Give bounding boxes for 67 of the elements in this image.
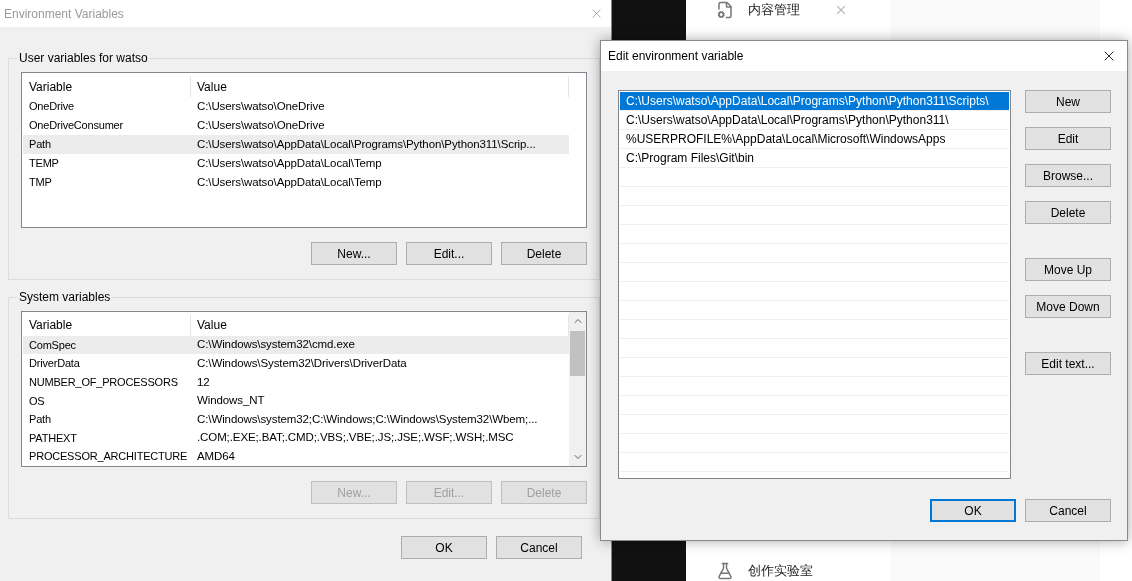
dialog-button[interactable]: New... — [311, 242, 397, 265]
variable-row[interactable]: OS Windows_NT — [23, 391, 569, 411]
dialog-button[interactable]: Cancel — [1025, 499, 1111, 522]
path-entry[interactable]: C:\Users\watso\AppData\Local\Programs\Python\Python311\ — [620, 111, 1009, 130]
dialog-title: Edit environment variable — [608, 48, 744, 65]
scrollbar[interactable] — [569, 312, 586, 466]
dialog-button[interactable]: Delete — [1025, 201, 1111, 224]
variable-value: .COM;.EXE;.BAT;.CMD;.VBS;.VBE;.JS;.JSE;.WSF;.WSH;.MSC — [196, 430, 515, 446]
variable-name: ComSpec — [28, 337, 77, 353]
variable-row[interactable]: PATHEXT .COM;.EXE;.BAT;.CMD;.VBS;.VBE;.JS;.JSE;.WSF;.WSH;.MSC — [23, 428, 569, 448]
variable-value: 12 — [196, 374, 211, 390]
variable-name: OS — [28, 393, 46, 409]
variable-name: PATHEXT — [28, 430, 78, 446]
variable-row[interactable]: TMP C:\Users\watso\AppData\Local\Temp — [23, 173, 569, 192]
variable-name: OneDriveConsumer — [28, 118, 124, 134]
variable-row[interactable]: ComSpec C:\Windows\system32\cmd.exe — [23, 335, 569, 355]
column-header[interactable]: Variable — [23, 315, 191, 336]
variable-value: C:\Windows\system32\cmd.exe — [196, 337, 356, 353]
path-entry[interactable]: %USERPROFILE%\AppData\Local\Microsoft\WindowsApps — [620, 130, 1009, 149]
variable-name: OneDrive — [28, 99, 75, 115]
dialog-button[interactable]: Cancel — [496, 536, 582, 559]
variable-row[interactable]: PROCESSOR_ARCHITECTURE AMD64 — [23, 447, 569, 466]
variable-name: TEMP — [28, 156, 60, 172]
column-header[interactable]: Variable — [23, 76, 191, 97]
path-entry[interactable]: C:\Users\watso\AppData\Local\Programs\Python\Python311\Scripts\ — [620, 92, 1009, 111]
variable-value: C:\Users\watso\AppData\Local\Temp — [196, 155, 383, 171]
variable-name: Path — [28, 137, 52, 153]
flask-icon[interactable] — [716, 562, 734, 580]
group-title: System variables — [18, 289, 112, 306]
variable-row[interactable]: NUMBER_OF_PROCESSORS 12 — [23, 372, 569, 392]
variable-value: C:\Users\watso\AppData\Local\Temp — [196, 174, 383, 190]
window-title: Environment Variables — [4, 5, 124, 23]
variable-value: C:\Windows\system32;C:\Windows;C:\Windows\System32\Wbem;... — [196, 411, 539, 427]
variable-row[interactable]: OneDriveConsumer C:\Users\watso\OneDrive — [23, 116, 569, 135]
variable-value: C:\Users\watso\OneDrive — [196, 98, 326, 114]
variable-name: Path — [28, 412, 52, 428]
document-icon[interactable] — [716, 1, 734, 19]
variable-row[interactable]: TEMP C:\Users\watso\AppData\Local\Temp — [23, 154, 569, 173]
variable-row[interactable]: OneDrive C:\Users\watso\OneDrive — [23, 97, 569, 116]
dialog-button[interactable]: OK — [930, 499, 1016, 522]
variable-row[interactable]: Path C:\Windows\system32;C:\Windows;C:\Windows\System32\Wbem;... — [23, 410, 569, 429]
dialog-button[interactable]: OK — [401, 536, 487, 559]
variable-name: TMP — [28, 175, 53, 191]
variable-name: DriverData — [28, 356, 81, 372]
dialog-button[interactable]: Edit... — [406, 242, 492, 265]
column-header[interactable]: Value — [191, 76, 569, 97]
variable-value: AMD64 — [196, 449, 236, 465]
dialog-button[interactable]: Browse... — [1025, 164, 1111, 187]
variable-value: C:\Users\watso\AppData\Local\Programs\Python\Python311\Scrip... — [196, 136, 537, 152]
variable-row[interactable]: Path C:\Users\watso\AppData\Local\Programs\Python\Python311\Scrip... — [23, 135, 569, 154]
nav-item[interactable]: 创作实验室 — [748, 561, 813, 581]
dialog-button[interactable]: Move Down — [1025, 295, 1111, 318]
group-title: User variables for watso — [18, 50, 149, 67]
variable-name: NUMBER_OF_PROCESSORS — [28, 374, 179, 390]
dialog-button[interactable]: Delete — [501, 242, 587, 265]
dialog-button[interactable]: Edit — [1025, 127, 1111, 150]
dialog-button[interactable]: Edit text... — [1025, 352, 1111, 375]
path-entry[interactable]: C:\Program Files\Git\bin — [620, 149, 1009, 168]
nav-item[interactable]: 内容管理 — [748, 0, 800, 20]
scroll-thumb[interactable] — [570, 331, 585, 376]
variable-value: C:\Users\watso\OneDrive — [196, 117, 326, 133]
variable-value: Windows_NT — [196, 393, 266, 409]
variable-value: C:\Windows\System32\Drivers\DriverData — [196, 355, 408, 371]
variable-name: PROCESSOR_ARCHITECTURE — [28, 449, 189, 465]
dialog-button[interactable]: Move Up — [1025, 258, 1111, 281]
variable-row[interactable]: DriverData C:\Windows\System32\Drivers\DriverData — [23, 354, 569, 373]
dialog-button[interactable]: New — [1025, 90, 1111, 113]
